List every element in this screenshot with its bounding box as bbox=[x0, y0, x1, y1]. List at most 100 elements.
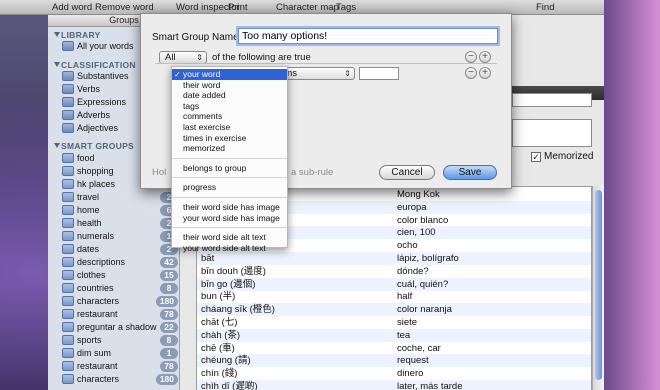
table-row[interactable]: chìh dī (遲啲) later, más tarde bbox=[197, 380, 591, 390]
table-row[interactable]: chéung (請) request bbox=[197, 354, 591, 368]
sidebar-item-smart-group[interactable]: numerals 1 bbox=[62, 230, 180, 243]
save-button[interactable]: Save bbox=[443, 165, 497, 180]
menu-item[interactable]: their word side has image bbox=[172, 202, 287, 213]
character-map-button[interactable]: Character map bbox=[276, 2, 339, 13]
classification-icon bbox=[62, 71, 74, 81]
sidebar-item-smart-group[interactable]: home 6 bbox=[62, 204, 180, 217]
sidebar-item-smart-group[interactable]: sports 8 bbox=[62, 334, 180, 347]
menu-item[interactable]: times in exercise bbox=[172, 133, 287, 144]
sidebar-item-smart-group[interactable]: travel 2 bbox=[62, 191, 180, 204]
row-word: chāt (七) bbox=[201, 317, 238, 328]
smart-group-name-input[interactable] bbox=[238, 28, 498, 44]
add-subrule-button[interactable]: + bbox=[479, 67, 491, 79]
memorized-checkbox[interactable]: ✓ Memorized bbox=[531, 151, 593, 162]
menu-item[interactable]: your word side has image bbox=[172, 213, 287, 224]
classification-icon bbox=[62, 84, 74, 94]
table-row[interactable]: chàh (茶) tea bbox=[197, 328, 591, 342]
menu-separator bbox=[172, 157, 287, 159]
menu-item[interactable]: progress bbox=[172, 182, 287, 193]
classification-icon bbox=[62, 110, 74, 120]
smart-folder-icon bbox=[62, 322, 74, 332]
smart-folder-icon bbox=[62, 309, 74, 319]
rule-value-input[interactable] bbox=[359, 67, 399, 80]
menu-item[interactable]: ✓ your word bbox=[172, 69, 287, 80]
remove-word-button[interactable]: Remove word bbox=[95, 2, 154, 13]
sidebar-item-smart-group[interactable]: preguntar a shadow 22 bbox=[62, 321, 180, 334]
sidebar-item-smart-group[interactable]: dates 2 bbox=[62, 243, 180, 256]
add-word-button[interactable]: Add word bbox=[52, 2, 92, 13]
sidebar-item-smart-group[interactable]: characters 180 bbox=[62, 295, 180, 308]
row-word: cháang sīk (橙色) bbox=[201, 304, 275, 316]
table-row[interactable]: chāt (七) siete bbox=[197, 316, 591, 329]
sidebar-item-label: restaurant bbox=[77, 309, 118, 319]
add-rule-button[interactable]: + bbox=[479, 51, 491, 63]
table-row[interactable]: bun (半) half bbox=[197, 290, 591, 303]
sidebar-item-smart-group[interactable]: descriptions 42 bbox=[62, 256, 180, 269]
sidebar-item-label: health bbox=[77, 218, 102, 228]
row-translation: siete bbox=[397, 317, 418, 328]
row-translation: tea bbox=[397, 329, 411, 341]
sidebar-item-smart-group[interactable]: health 2 bbox=[62, 217, 180, 230]
sidebar-item-smart-group[interactable]: restaurant 78 bbox=[62, 308, 180, 321]
find-button[interactable]: Find bbox=[536, 2, 554, 13]
menu-item-label: progress bbox=[183, 182, 217, 193]
row-translation: dinero bbox=[397, 368, 424, 380]
sidebar-item-smart-group[interactable]: characters 180 bbox=[62, 373, 180, 386]
table-scrollbar[interactable] bbox=[592, 186, 604, 390]
menu-item[interactable]: their word bbox=[172, 80, 287, 91]
count-badge: 78 bbox=[160, 361, 178, 372]
menu-item-label: their word bbox=[183, 79, 221, 90]
table-row[interactable]: cháang sīk (橙色) color naranja bbox=[197, 303, 591, 317]
row-word: bāt bbox=[201, 253, 215, 264]
smart-folder-icon bbox=[62, 361, 74, 371]
classification-disclosure-icon[interactable] bbox=[54, 62, 60, 67]
sidebar-item-label: Adverbs bbox=[77, 110, 111, 120]
remove-subrule-button[interactable]: − bbox=[465, 67, 477, 79]
operator-popup[interactable]: ns ⇕ bbox=[281, 67, 355, 80]
menu-item[interactable]: last exercise bbox=[172, 122, 287, 133]
sidebar-item-smart-group[interactable]: restaurant 78 bbox=[62, 360, 180, 373]
table-row[interactable]: bāt lápiz, bolígrafo bbox=[197, 252, 591, 265]
smart-folder-icon bbox=[62, 192, 74, 202]
smart-groups-disclosure-icon[interactable] bbox=[54, 143, 60, 148]
menu-item-label: memorized bbox=[183, 143, 226, 154]
match-popup-value: All bbox=[165, 52, 176, 63]
row-word: chàh (茶) bbox=[201, 329, 241, 341]
sidebar-item-label: characters bbox=[77, 296, 120, 306]
menu-item[interactable]: memorized bbox=[172, 143, 287, 154]
menu-item-label: tags bbox=[183, 100, 200, 111]
remove-rule-button[interactable]: − bbox=[465, 51, 477, 63]
classification-icon bbox=[62, 97, 74, 107]
row-translation: europa bbox=[397, 201, 427, 213]
sidebar-item-label: shopping bbox=[77, 166, 114, 176]
menu-item[interactable]: their word side alt text bbox=[172, 232, 287, 243]
menu-item[interactable]: tags bbox=[172, 101, 287, 112]
table-row[interactable]: bīn go (邊個) cuál, quién? bbox=[197, 277, 591, 291]
count-badge: 78 bbox=[160, 309, 178, 320]
popup-chevron-icon: ⇕ bbox=[344, 69, 351, 78]
library-disclosure-icon[interactable] bbox=[54, 32, 60, 37]
smart-folder-icon bbox=[62, 166, 74, 176]
menu-item-label: your word bbox=[183, 69, 221, 79]
row-translation: half bbox=[397, 291, 413, 303]
cancel-button[interactable]: Cancel bbox=[379, 165, 435, 180]
memorized-label: Memorized bbox=[544, 151, 594, 162]
tags-button[interactable]: Tags bbox=[336, 2, 356, 13]
sidebar-item-label: travel bbox=[77, 192, 100, 202]
menu-item[interactable]: date added bbox=[172, 90, 287, 101]
table-row[interactable]: chín (錢) dinero bbox=[197, 367, 591, 380]
print-button[interactable]: Print bbox=[228, 2, 248, 13]
comment-field[interactable] bbox=[512, 119, 592, 147]
word-field[interactable] bbox=[512, 93, 592, 107]
sidebar-item-smart-group[interactable]: countries 8 bbox=[62, 282, 180, 295]
menu-item[interactable]: comments bbox=[172, 111, 287, 122]
scrollbar-thumb[interactable] bbox=[595, 190, 602, 380]
sidebar-item-label: sports bbox=[77, 335, 102, 345]
row-translation: lápiz, bolígrafo bbox=[397, 253, 459, 264]
sidebar-item-smart-group[interactable]: dim sum 1 bbox=[62, 347, 180, 360]
sidebar-item-smart-group[interactable]: clothes 15 bbox=[62, 269, 180, 282]
menu-item[interactable]: belongs to group bbox=[172, 163, 287, 174]
table-row[interactable]: bīn douh (邊度) dónde? bbox=[197, 265, 591, 278]
table-row[interactable]: chē (車) coche, car bbox=[197, 342, 591, 355]
menu-item[interactable]: your word side alt text bbox=[172, 243, 287, 254]
